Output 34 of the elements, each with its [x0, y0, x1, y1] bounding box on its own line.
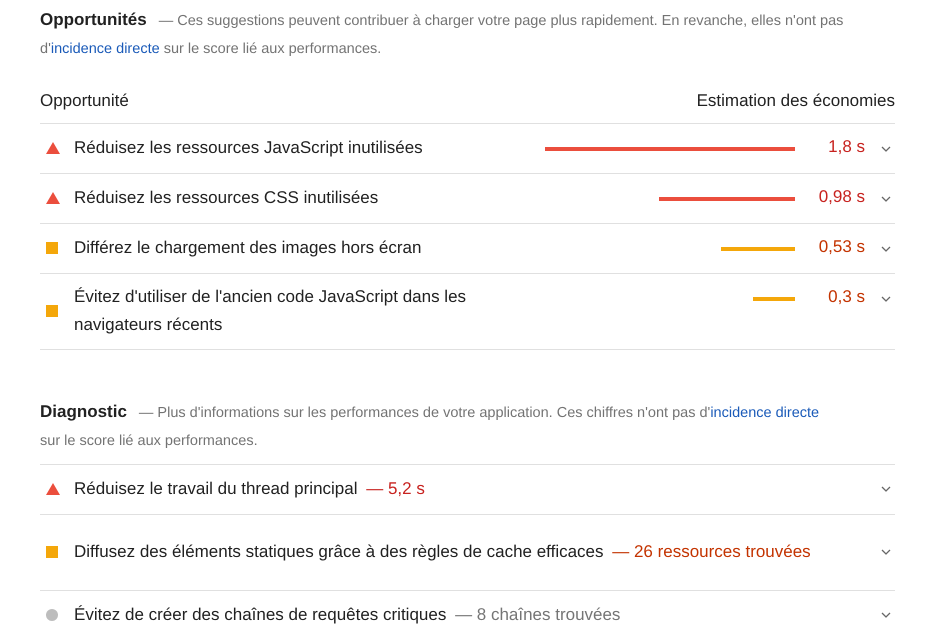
link[interactable]: incidence directe: [710, 404, 820, 420]
chevron-icon[interactable]: [881, 296, 891, 302]
savings-value: 0,3 s: [827, 286, 865, 308]
audit-value: — 26 ressources trouvées: [612, 542, 811, 561]
audit-title[interactable]: Réduisez le travail du thread principal: [74, 479, 358, 498]
savings-bar: [753, 296, 795, 300]
audit-title[interactable]: Réduisez les ressources JavaScript inutilisées: [74, 134, 423, 162]
square-icon: [46, 242, 58, 254]
savings-value: 0,53 s: [818, 236, 865, 258]
column-header: Opportunité: [40, 90, 129, 112]
warning-triangle-icon: [46, 142, 60, 154]
warning-triangle-icon: [46, 192, 60, 204]
section-header: Diagnostic — Plus d'informations sur les performances de votre application. Ces chiffres n'ont pas d'incidence directe sur le score lié aux performances.: [40, 400, 820, 450]
audit-title[interactable]: Différez le chargement des images hors écran: [74, 234, 422, 262]
audit-title[interactable]: Diffusez des éléments statiques grâce à des règles de cache efficaces: [74, 542, 604, 561]
chevron-icon[interactable]: [881, 612, 891, 618]
chevron-icon[interactable]: [881, 146, 891, 152]
chevron-icon[interactable]: [881, 549, 891, 555]
chevron-icon[interactable]: [881, 196, 891, 202]
section-header: Opportunités — Ces suggestions peuvent contribuer à charger votre page plus rapidement. En revanche, elles n'ont pas d'incidence directe sur le score lié aux performances.: [40, 9, 844, 59]
column-header: Estimation des économies: [696, 90, 895, 112]
savings-value: 0,98 s: [818, 186, 865, 208]
audit-title[interactable]: Évitez de créer des chaînes de requêtes critiques: [74, 605, 446, 624]
chevron-icon[interactable]: [881, 486, 891, 492]
warning-triangle-icon: [46, 483, 60, 495]
chevron-icon[interactable]: [881, 246, 891, 252]
audit-title[interactable]: Réduisez les ressources CSS inutilisées: [74, 184, 378, 212]
audit-title[interactable]: Évitez d'utiliser de l'ancien code JavaScript dans les navigateurs récents: [74, 283, 534, 339]
savings-value: 1,8 s: [827, 136, 865, 158]
audit-value: — 5,2 s: [366, 479, 425, 498]
audit-value: — 8 chaînes trouvées: [455, 605, 620, 624]
square-icon: [46, 546, 58, 558]
square-icon: [46, 305, 58, 317]
link[interactable]: incidence directe: [50, 41, 160, 57]
